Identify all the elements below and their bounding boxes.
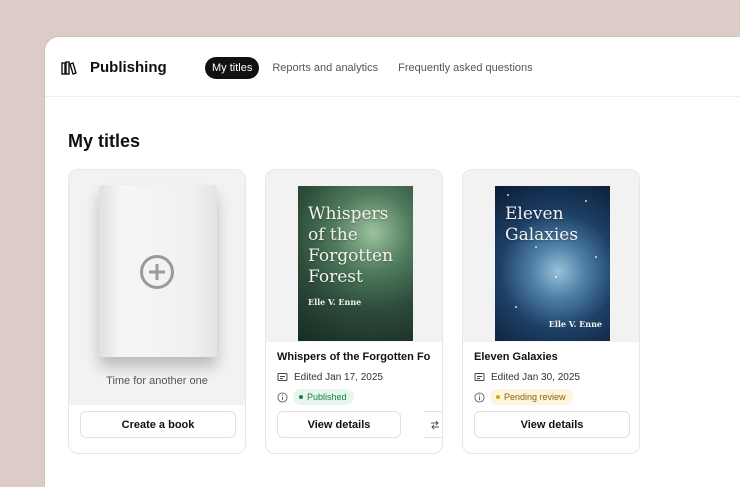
edit-history-icon (474, 373, 485, 381)
edited-date: Edited Jan 30, 2025 (491, 371, 580, 383)
books-icon (61, 60, 77, 75)
info-icon[interactable] (474, 391, 485, 403)
status-badge: Published (293, 389, 354, 405)
top-bar: Publishing My titles Reports and analyti… (45, 37, 740, 97)
create-book-card: Time for another one Create a book (68, 169, 246, 454)
placeholder-caption: Time for another one (106, 375, 208, 387)
book-cover: Eleven Galaxies Elle V. Enne (495, 186, 610, 341)
main-nav: My titles Reports and analytics Frequent… (205, 57, 540, 79)
swap-arrows-icon (430, 420, 439, 429)
cover-title: Eleven Galaxies (505, 204, 579, 245)
book-title: Eleven Galaxies (474, 351, 558, 363)
status-dot (496, 395, 500, 399)
tab-faq[interactable]: Frequently asked questions (391, 57, 540, 79)
placeholder-book (99, 185, 217, 357)
tab-my-titles[interactable]: My titles (205, 57, 260, 79)
create-book-button[interactable]: Create a book (80, 411, 236, 438)
book-cover-area[interactable]: Whispers of the Forgotten Forest Elle V.… (266, 170, 442, 342)
status-dot (299, 395, 303, 399)
status-badge: Pending review (490, 389, 573, 405)
status-row: Published (277, 389, 354, 405)
publishing-window: Publishing My titles Reports and analyti… (45, 37, 740, 487)
view-details-button[interactable]: View details (474, 411, 630, 438)
book-card-eleven-galaxies: Eleven Galaxies Elle V. Enne Eleven Gala… (462, 169, 640, 454)
status-label: Published (307, 392, 347, 402)
create-book-cover-area[interactable]: Time for another one (69, 170, 245, 405)
book-cover: Whispers of the Forgotten Forest Elle V.… (298, 186, 413, 341)
info-icon[interactable] (277, 391, 288, 403)
status-row: Pending review (474, 389, 573, 405)
brand-name: Publishing (90, 59, 167, 76)
tab-reports-analytics[interactable]: Reports and analytics (265, 57, 385, 79)
edited-date: Edited Jan 17, 2025 (294, 371, 383, 383)
status-label: Pending review (504, 392, 566, 402)
cover-author: Elle V. Enne (308, 297, 362, 307)
brand[interactable]: Publishing (61, 59, 167, 76)
edited-meta: Edited Jan 17, 2025 (277, 371, 383, 383)
book-cover-area[interactable]: Eleven Galaxies Elle V. Enne (463, 170, 639, 342)
cover-author: Elle V. Enne (548, 319, 602, 329)
book-card-whispers: Whispers of the Forgotten Forest Elle V.… (265, 169, 443, 454)
edit-history-icon (277, 373, 288, 381)
edited-meta: Edited Jan 30, 2025 (474, 371, 580, 383)
page-title: My titles (68, 131, 141, 151)
book-title: Whispers of the Forgotten Fo... (277, 351, 431, 363)
more-actions-button[interactable] (423, 411, 442, 438)
cover-title: Whispers of the Forgotten Forest (308, 204, 394, 287)
view-details-button[interactable]: View details (277, 411, 401, 438)
plus-circle-icon (140, 255, 174, 289)
